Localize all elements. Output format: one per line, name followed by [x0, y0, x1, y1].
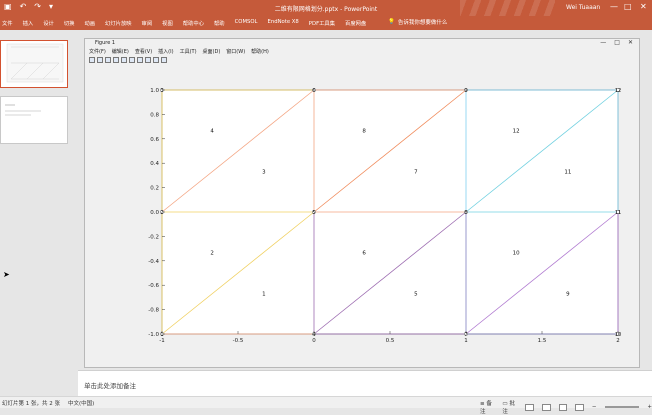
element-label: 11 — [564, 170, 571, 176]
x-tick-label: 0 — [312, 338, 316, 344]
ribbon-tab[interactable]: PDF工具集 — [309, 19, 335, 27]
element-label: 3 — [262, 170, 266, 176]
ribbon-tab[interactable]: 帮助中心 — [183, 19, 204, 27]
slide-counter: 幻灯片第 1 张，共 2 张 — [2, 401, 60, 407]
x-tick-label: 1 — [464, 338, 468, 344]
y-tick-label: -1.0 — [148, 332, 159, 338]
element-label: 12 — [513, 128, 520, 134]
comments-toggle-label: 批注 — [502, 401, 515, 415]
node-label: 4 — [312, 332, 315, 338]
element-label: 8 — [362, 128, 366, 134]
ribbon-tab[interactable]: EndNote X8 — [268, 19, 299, 27]
y-tick-label: -0.4 — [148, 259, 159, 265]
status-bar: 幻灯片第 1 张，共 2 张 中文(中国) ≡ 备注 ▭ 批注 − + — [0, 396, 652, 415]
node-label: 11 — [615, 210, 621, 216]
slideshow-view-button[interactable] — [575, 403, 584, 411]
mesh-plot: -1 -0.5 0 0.5 1 1.5 2 -1.0 -0.8 -0.6 -0.4 -0.2 0.0 0.… — [148, 88, 621, 344]
zoom-out-button[interactable]: − — [592, 404, 597, 410]
normal-view-button[interactable] — [525, 403, 534, 411]
thumbnail-2-preview — [5, 104, 41, 116]
node-label: 7 — [464, 332, 467, 338]
x-tick-label: -1 — [159, 338, 164, 344]
node-label: 8 — [464, 210, 467, 216]
ribbon-tab[interactable]: 插入 — [23, 19, 34, 27]
element-label: 7 — [414, 170, 418, 176]
slide-thumbnail-1[interactable] — [0, 40, 68, 88]
y-tick-label: 0.0 — [150, 210, 159, 216]
y-tick-label: 0.6 — [150, 137, 159, 143]
x-tick-label: 1.5 — [538, 338, 547, 344]
y-tick-label: -0.8 — [148, 308, 159, 314]
lightbulb-icon: 💡 — [388, 19, 395, 25]
title-bar: ▣ ↶ ↷ ▾ 二维有限网格划分.pptx - PowerPoint Wei T… — [0, 0, 652, 16]
zoom-in-button[interactable]: + — [647, 404, 652, 410]
user-name[interactable]: Wei Tuaaan — [566, 4, 600, 11]
y-tick-label: 1.0 — [150, 88, 159, 94]
mouse-cursor-icon: ➤ — [3, 270, 10, 279]
node-label: 2 — [160, 210, 163, 216]
ribbon-tab[interactable]: 切换 — [64, 19, 75, 27]
slide-thumbnails-pane — [0, 30, 78, 396]
close-button[interactable]: ✕ — [640, 2, 647, 11]
x-tick-label: 2 — [616, 338, 620, 344]
node-label: 3 — [160, 88, 163, 94]
element-label: 5 — [414, 292, 418, 298]
notes-toggle-button[interactable]: ≡ 备注 — [480, 399, 494, 415]
notes-pane[interactable]: 单击此处添加备注 — [78, 370, 652, 396]
element-label: 4 — [210, 128, 214, 134]
ribbon-tab[interactable]: 视图 — [162, 19, 173, 27]
language-indicator[interactable]: 中文(中国) — [68, 399, 94, 407]
node-label: 1 — [160, 332, 163, 338]
ribbon-tab[interactable]: 审阅 — [142, 19, 153, 27]
thumbnail-1-preview — [6, 43, 64, 83]
node-label: 9 — [464, 88, 467, 94]
element-label: 6 — [362, 250, 366, 256]
ribbon-tab[interactable]: 帮助 — [214, 19, 225, 27]
x-tick-label: 0.5 — [386, 338, 395, 344]
x-tick-label: -0.5 — [233, 338, 244, 344]
y-tick-label: 0.8 — [150, 112, 159, 118]
minimize-button[interactable]: — — [610, 2, 618, 11]
slide-thumbnail-2[interactable] — [0, 96, 68, 144]
node-label: 10 — [615, 332, 621, 338]
ribbon-tab[interactable]: COMSOL — [235, 19, 258, 27]
y-tick-label: -0.6 — [148, 283, 159, 289]
element-label: 2 — [210, 250, 214, 256]
ribbon-tab[interactable]: 百度网盘 — [345, 19, 366, 27]
y-tick-label: -0.2 — [148, 234, 159, 240]
tell-me-search[interactable]: 💡 告诉我你想要做什么 — [388, 18, 447, 26]
slide-sorter-view-button[interactable] — [541, 403, 551, 411]
y-tick-label: 0.4 — [150, 161, 159, 167]
comments-toggle-button[interactable]: ▭ 批注 — [502, 399, 517, 415]
element-label: 1 — [262, 292, 266, 298]
document-title: 二维有限网格划分.pptx - PowerPoint — [274, 6, 378, 13]
ribbon-tab[interactable]: 文件 — [2, 19, 13, 27]
notes-toggle-label: 备注 — [480, 401, 492, 415]
y-tick-label: 0.2 — [150, 186, 159, 192]
maximize-button[interactable]: □ — [624, 2, 632, 11]
element-label: 9 — [566, 292, 570, 298]
notes-placeholder: 单击此处添加备注 — [84, 382, 136, 390]
node-label: 6 — [312, 88, 315, 94]
ribbon-tab[interactable]: 动画 — [84, 19, 95, 27]
node-label: 5 — [312, 210, 315, 216]
element-label: 10 — [513, 250, 520, 256]
ribbon-tab[interactable]: 设计 — [43, 19, 54, 27]
reading-view-button[interactable] — [558, 403, 568, 411]
ribbon-tabs: 文件 插入 设计 切换 动画 幻灯片放映 审阅 视图 帮助中心 帮助 COMSOL EndNote X… — [0, 16, 652, 30]
node-label: 12 — [615, 88, 621, 94]
ribbon-tab[interactable]: 幻灯片放映 — [105, 19, 132, 27]
tell-me-text: 告诉我你想要做什么 — [397, 20, 448, 26]
